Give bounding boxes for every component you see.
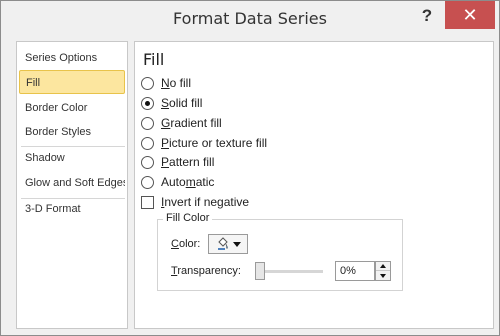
automatic-label: Automatic (161, 175, 215, 189)
spin-up-button[interactable] (376, 262, 390, 271)
transparency-label: Transparency: (171, 265, 241, 277)
paint-bucket-icon (216, 236, 230, 253)
invert-if-negative-checkbox[interactable] (141, 195, 154, 209)
panel-title: Fill (143, 50, 165, 69)
fill-panel: Fill No fill Solid fill Gradient fill Pi… (134, 41, 494, 329)
solid-fill-label: Solid fill (161, 96, 203, 110)
sidebar-item-fill[interactable]: Fill (19, 70, 125, 94)
pattern-fill-option[interactable]: Pattern fill (141, 153, 214, 171)
no-fill-option[interactable]: No fill (141, 74, 191, 92)
pattern-fill-radio[interactable] (141, 155, 154, 169)
transparency-input[interactable]: 0% (335, 261, 375, 281)
solid-fill-option[interactable]: Solid fill (141, 94, 202, 112)
spin-down-button[interactable] (376, 271, 390, 280)
transparency-slider-track[interactable] (259, 270, 323, 273)
sidebar-item-shadow[interactable]: Shadow (19, 146, 125, 170)
format-data-series-dialog: Format Data Series ? ✕ Series Options Fi… (0, 0, 500, 336)
sidebar-item-3d-format[interactable]: 3-D Format (19, 197, 125, 221)
automatic-radio[interactable] (141, 175, 154, 189)
gradient-fill-radio[interactable] (141, 116, 154, 130)
arrow-up-icon (380, 264, 386, 268)
picture-texture-fill-option[interactable]: Picture or texture fill (141, 134, 267, 152)
gradient-fill-label: Gradient fill (161, 116, 222, 130)
no-fill-label: No fill (161, 76, 192, 90)
picture-texture-fill-label: Picture or texture fill (161, 136, 268, 150)
chevron-down-icon (232, 241, 241, 247)
invert-if-negative-option[interactable]: Invert if negative (141, 193, 249, 211)
fill-color-group-label: Fill Color (163, 212, 213, 224)
gradient-fill-option[interactable]: Gradient fill (141, 114, 222, 132)
pattern-fill-label: Pattern fill (161, 155, 215, 169)
sidebar-item-glow-soft-edges[interactable]: Glow and Soft Edges (19, 171, 125, 195)
color-label: Color: (171, 238, 201, 250)
no-fill-radio[interactable] (141, 76, 154, 90)
automatic-option[interactable]: Automatic (141, 173, 214, 191)
title-bar: Format Data Series ? ✕ (1, 1, 499, 37)
sidebar-item-border-styles[interactable]: Border Styles (19, 120, 125, 144)
color-picker-button[interactable] (208, 234, 248, 254)
help-button[interactable]: ? (413, 3, 441, 29)
sidebar-item-series-options[interactable]: Series Options (19, 46, 125, 70)
solid-fill-radio[interactable] (141, 96, 154, 110)
transparency-spinner[interactable] (375, 261, 391, 281)
transparency-slider-thumb[interactable] (255, 262, 265, 280)
sidebar-item-border-color[interactable]: Border Color (19, 96, 125, 120)
picture-texture-fill-radio[interactable] (141, 136, 154, 150)
arrow-down-icon (380, 273, 386, 278)
close-icon: ✕ (462, 5, 478, 25)
category-sidebar: Series Options Fill Border Color Border … (16, 41, 128, 329)
close-button[interactable]: ✕ (445, 1, 495, 29)
invert-if-negative-label: Invert if negative (161, 195, 250, 209)
